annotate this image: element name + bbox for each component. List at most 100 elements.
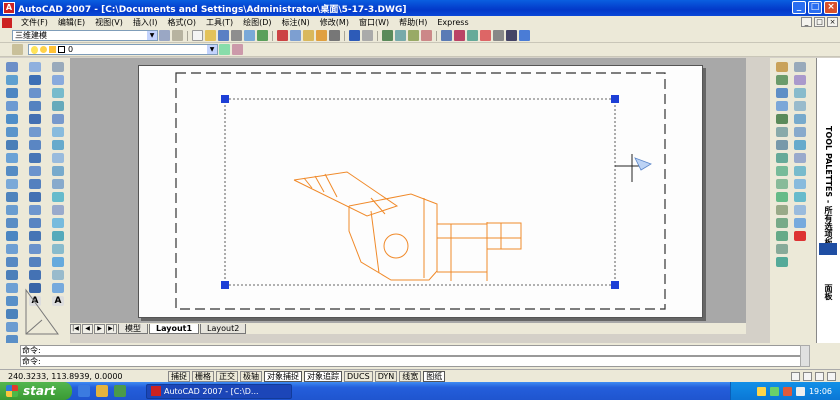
preview-icon[interactable]	[244, 30, 255, 41]
tolerance-icon[interactable]	[794, 218, 806, 228]
revision-cloud-icon[interactable]	[52, 153, 64, 163]
chevron-down-icon[interactable]: ▼	[147, 31, 157, 40]
menu-edit[interactable]: 编辑(E)	[53, 17, 90, 28]
doc-restore-button[interactable]: □	[814, 17, 825, 27]
coordinate-readout[interactable]: 240.3233, 113.8939, 0.0000	[0, 372, 168, 381]
quick-leader-icon[interactable]	[794, 205, 806, 215]
osnap-toggle[interactable]: 对象捕捉	[264, 370, 302, 382]
union-icon[interactable]	[6, 257, 18, 267]
help-icon[interactable]	[519, 30, 530, 41]
open-file-icon[interactable]	[205, 30, 216, 41]
helix-icon[interactable]	[6, 166, 18, 176]
otrack-toggle[interactable]: 对象追踪	[304, 370, 342, 382]
doc-close-button[interactable]: ×	[827, 17, 838, 27]
quick-dimension-icon[interactable]	[794, 166, 806, 176]
3d-rotate-icon[interactable]	[6, 309, 18, 319]
calculator-icon[interactable]	[506, 30, 517, 41]
workspace-save-icon[interactable]	[172, 30, 183, 41]
properties-icon[interactable]	[441, 30, 452, 41]
zoom-previous-icon[interactable]	[421, 30, 432, 41]
stretch-icon[interactable]	[776, 166, 788, 176]
check-icon[interactable]	[29, 257, 41, 267]
desktop-quicklaunch-icon[interactable]	[114, 385, 126, 397]
tool-palettes-icon[interactable]	[467, 30, 478, 41]
cut-icon[interactable]	[277, 30, 288, 41]
viewport-grip[interactable]	[611, 281, 619, 289]
menu-format[interactable]: 格式(O)	[162, 17, 201, 28]
explorer-quicklaunch-icon[interactable]	[96, 385, 108, 397]
part-drawing[interactable]	[293, 171, 522, 281]
design-center-icon[interactable]	[454, 30, 465, 41]
menu-modify[interactable]: 修改(M)	[315, 17, 354, 28]
paper-toggle[interactable]: 图纸	[423, 370, 446, 382]
arc-icon[interactable]	[52, 127, 64, 137]
dyn-toggle[interactable]: DYN	[374, 370, 398, 382]
hatch-icon[interactable]	[52, 244, 64, 254]
torus-icon[interactable]	[6, 140, 18, 150]
close-button[interactable]: ×	[824, 1, 838, 14]
copy-edges-icon[interactable]	[29, 179, 41, 189]
polygon-icon[interactable]	[52, 101, 64, 111]
visual-style-icon[interactable]	[29, 270, 41, 280]
scale-icon[interactable]	[776, 153, 788, 163]
extrude-icon[interactable]	[6, 192, 18, 202]
cone-icon[interactable]	[6, 101, 18, 111]
separate-icon[interactable]	[29, 231, 41, 241]
3d-move-icon[interactable]	[6, 296, 18, 306]
snap-toggle[interactable]: 捕捉	[168, 370, 190, 382]
doc-minimize-button[interactable]: _	[801, 17, 812, 27]
imprint-icon[interactable]	[29, 205, 41, 215]
minimize-button[interactable]: _	[792, 1, 806, 14]
baseline-icon[interactable]	[794, 179, 806, 189]
aligned-dimension-icon[interactable]	[794, 75, 806, 85]
construction-line-icon[interactable]	[52, 75, 64, 85]
insert-block-icon[interactable]	[52, 205, 64, 215]
mirror-icon[interactable]	[776, 88, 788, 98]
grid-toggle[interactable]: 栅格	[192, 370, 214, 382]
rotate-faces-icon[interactable]	[29, 127, 41, 137]
volume-icon[interactable]	[795, 386, 805, 396]
spline-icon[interactable]	[52, 166, 64, 176]
network-icon[interactable]	[756, 386, 766, 396]
redo-icon[interactable]	[362, 30, 373, 41]
region-icon[interactable]	[52, 270, 64, 280]
autocad-app-icon[interactable]: A	[3, 2, 15, 14]
menu-insert[interactable]: 插入(I)	[128, 17, 163, 28]
color-faces-icon[interactable]	[29, 166, 41, 176]
trim-icon[interactable]	[776, 179, 788, 189]
diameter-icon[interactable]	[794, 140, 806, 150]
continue-icon[interactable]	[794, 192, 806, 202]
extend-icon[interactable]	[776, 192, 788, 202]
layer-manager-icon[interactable]	[12, 44, 23, 55]
lineweight-toggle[interactable]: 线宽	[399, 370, 422, 382]
zoom-window-icon[interactable]	[408, 30, 419, 41]
extrude-faces-icon[interactable]	[29, 75, 41, 85]
offset-faces-icon[interactable]	[29, 101, 41, 111]
viewport-grip[interactable]	[221, 95, 229, 103]
gradient-icon[interactable]	[52, 257, 64, 267]
maximize-viewport-icon[interactable]	[791, 372, 800, 381]
clock[interactable]: 19:06	[809, 387, 832, 396]
viewport-frame[interactable]	[224, 98, 616, 286]
polar-toggle[interactable]: 极轴	[240, 370, 262, 382]
polyline-icon[interactable]	[52, 88, 64, 98]
presspull-icon[interactable]	[6, 205, 18, 215]
drawing-canvas[interactable]	[70, 58, 746, 323]
explode-icon[interactable]	[776, 257, 788, 267]
chevron-down-icon[interactable]: ▼	[207, 45, 217, 54]
rotate-icon[interactable]	[776, 140, 788, 150]
maximize-button[interactable]: □	[808, 1, 822, 14]
workspace-dropdown[interactable]: 三维建模 ▼	[12, 30, 158, 41]
offset-icon[interactable]	[776, 101, 788, 111]
tab-model[interactable]: 模型	[118, 323, 148, 334]
delete-faces-icon[interactable]	[29, 114, 41, 124]
clean-screen-icon[interactable]	[827, 372, 836, 381]
viewport-grip[interactable]	[611, 95, 619, 103]
make-block-icon[interactable]	[52, 218, 64, 228]
block-editor-icon[interactable]	[329, 30, 340, 41]
ellipse-arc-icon[interactable]	[52, 192, 64, 202]
planar-surface-icon[interactable]	[6, 179, 18, 189]
pyramid-icon[interactable]	[6, 153, 18, 163]
copy-faces-icon[interactable]	[29, 153, 41, 163]
publish-icon[interactable]	[257, 30, 268, 41]
